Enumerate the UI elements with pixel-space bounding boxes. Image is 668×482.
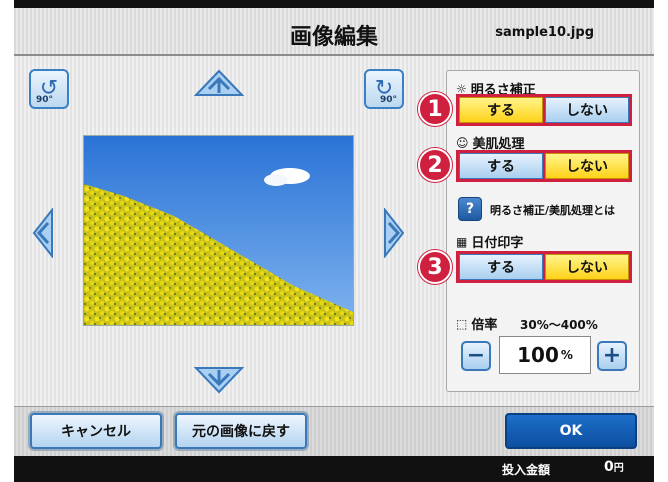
face-icon: ☺	[456, 135, 469, 150]
deposit-amount: 0円	[604, 459, 624, 475]
help-button[interactable]: ?	[458, 197, 482, 221]
deposit-label: 投入金額	[502, 463, 551, 477]
help-text[interactable]: 明るさ補正/美肌処理とは	[490, 202, 615, 218]
status-footer: 投入金額 0円	[14, 456, 654, 482]
deposit-unit: 円	[613, 463, 624, 474]
zoom-label-text: 倍率	[471, 318, 498, 333]
rotate-right-button[interactable]: ↻ 90°	[364, 69, 404, 109]
move-left-button[interactable]	[32, 208, 54, 258]
zoom-frame-icon: ⬚	[456, 316, 468, 331]
photo-preview[interactable]	[83, 135, 354, 326]
zoom-range: 30%～400%	[520, 318, 598, 332]
rotate-left-degree: 90°	[36, 95, 54, 105]
move-down-button[interactable]	[194, 366, 244, 394]
photo-image	[84, 136, 353, 325]
move-up-button[interactable]	[194, 69, 244, 97]
skin-badge: 2	[418, 148, 452, 182]
rotate-right-degree: 90°	[379, 95, 397, 105]
ok-button[interactable]: OK	[505, 413, 637, 449]
minus-icon: −	[466, 343, 486, 368]
arrow-up-icon	[194, 69, 244, 96]
date-label: ▦ 日付印字	[456, 232, 524, 252]
arrow-right-icon	[384, 208, 405, 258]
arrow-down-icon	[194, 367, 244, 394]
date-badge: 3	[418, 250, 452, 284]
brightness-on-button[interactable]: する	[459, 97, 543, 123]
arrow-left-icon	[32, 208, 53, 258]
rotate-left-button[interactable]: ↺ 90°	[29, 69, 69, 109]
deposit-value: 0	[604, 459, 614, 475]
cancel-button[interactable]: キャンセル	[30, 413, 162, 449]
zoom-minus-button[interactable]: −	[461, 341, 491, 371]
title-bar: 画像編集 sample10.jpg	[14, 8, 654, 56]
plus-icon: +	[602, 343, 622, 368]
move-right-button[interactable]	[383, 208, 405, 258]
file-name: sample10.jpg	[495, 25, 594, 40]
date-toggle: する しない	[456, 251, 632, 283]
zoom-value: 100	[517, 343, 559, 367]
date-label-text: 日付印字	[471, 236, 524, 251]
question-icon: ?	[465, 201, 475, 217]
brightness-badge: 1	[418, 92, 452, 126]
calendar-icon: ▦	[456, 234, 468, 249]
skin-on-button[interactable]: する	[459, 153, 543, 179]
zoom-label: ⬚ 倍率	[456, 314, 498, 334]
zoom-value-field: 100%	[499, 336, 591, 374]
zoom-plus-button[interactable]: +	[597, 341, 627, 371]
skin-off-button[interactable]: しない	[545, 153, 629, 179]
date-on-button[interactable]: する	[459, 254, 543, 280]
skin-toggle: する しない	[456, 150, 632, 182]
restore-button[interactable]: 元の画像に戻す	[175, 413, 307, 449]
brightness-toggle: する しない	[456, 94, 632, 126]
brightness-off-button[interactable]: しない	[545, 97, 629, 123]
zoom-unit: %	[560, 348, 573, 362]
date-off-button[interactable]: しない	[545, 254, 629, 280]
